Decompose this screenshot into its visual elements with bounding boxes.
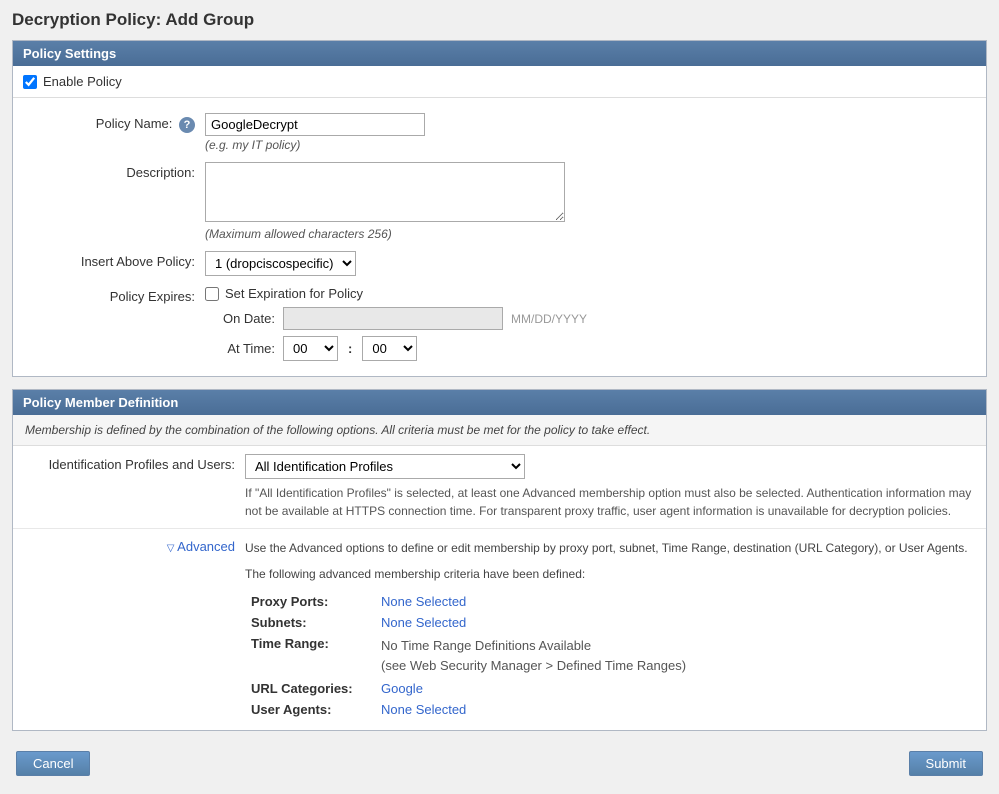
subnets-label: Subnets: [245,612,375,633]
url-categories-value: Google [375,678,974,699]
date-format-hint: MM/DD/YYYY [511,312,587,326]
policy-expires-control: Set Expiration for Policy On Date: MM/DD… [205,286,974,361]
enable-policy-label[interactable]: Enable Policy [43,74,122,89]
enable-policy-checkbox[interactable] [23,75,37,89]
page-title: Decryption Policy: Add Group [12,10,987,30]
url-categories-link[interactable]: Google [381,681,423,696]
advanced-label[interactable]: Advanced [25,539,245,554]
at-time-label: At Time: [205,341,275,356]
identification-profiles-info: If "All Identification Profiles" is sele… [245,484,974,520]
on-date-label: On Date: [205,311,275,326]
enable-policy-row: Enable Policy [13,66,986,98]
url-categories-label: URL Categories: [245,678,375,699]
advanced-desc1: Use the Advanced options to define or ed… [245,539,974,557]
policy-expires-label: Policy Expires: [25,286,205,304]
description-row: Description: (Maximum allowed characters… [25,157,974,246]
policy-name-help-icon[interactable]: ? [179,117,195,133]
identification-profiles-label: Identification Profiles and Users: [25,454,245,472]
user-agents-link[interactable]: None Selected [381,702,466,717]
description-hint: (Maximum allowed characters 256) [205,227,974,241]
policy-member-section: Policy Member Definition Membership is d… [12,389,987,731]
proxy-ports-label: Proxy Ports: [245,591,375,612]
time-range-value: No Time Range Definitions Available (see… [375,633,974,678]
insert-above-label: Insert Above Policy: [25,251,205,269]
policy-name-input[interactable] [205,113,425,136]
user-agents-value: None Selected [375,699,974,720]
proxy-ports-link[interactable]: None Selected [381,594,466,609]
insert-above-control: 1 (dropciscospecific) 2 3 [205,251,974,276]
minute-select[interactable]: 00153045 [362,336,417,361]
subnets-link[interactable]: None Selected [381,615,466,630]
table-row: User Agents: None Selected [245,699,974,720]
policy-name-row: Policy Name: ? (e.g. my IT policy) [25,108,974,157]
identification-profiles-control: All Identification Profiles Custom If "A… [245,454,974,520]
subnets-value: None Selected [375,612,974,633]
set-expiration-checkbox[interactable] [205,287,219,301]
member-info-text: Membership is defined by the combination… [13,415,986,446]
policy-name-control: (e.g. my IT policy) [205,113,974,152]
table-row: URL Categories: Google [245,678,974,699]
insert-above-select[interactable]: 1 (dropciscospecific) 2 3 [205,251,356,276]
table-row: Proxy Ports: None Selected [245,591,974,612]
member-body: Identification Profiles and Users: All I… [13,446,986,730]
table-row: Time Range: No Time Range Definitions Av… [245,633,974,678]
hour-select[interactable]: 00010203 04050607 08091011 12131415 1617… [283,336,338,361]
policy-name-hint: (e.g. my IT policy) [205,138,974,152]
user-agents-label: User Agents: [245,699,375,720]
policy-settings-section: Policy Settings Enable Policy Policy Nam… [12,40,987,377]
proxy-ports-value: None Selected [375,591,974,612]
policy-expires-row: Policy Expires: Set Expiration for Polic… [25,281,974,366]
description-textarea[interactable] [205,162,565,222]
description-label: Description: [25,162,205,180]
submit-button[interactable]: Submit [909,751,983,776]
advanced-content: Use the Advanced options to define or ed… [245,539,974,720]
description-control: (Maximum allowed characters 256) [205,162,974,241]
set-expiration-label[interactable]: Set Expiration for Policy [225,286,363,301]
time-range-label: Time Range: [245,633,375,678]
policy-settings-header: Policy Settings [13,41,986,66]
policy-name-label: Policy Name: ? [25,113,205,133]
on-date-input[interactable] [283,307,503,330]
footer-bar: Cancel Submit [12,743,987,784]
advanced-desc2: The following advanced membership criter… [245,565,974,583]
time-colon: : [346,341,354,356]
table-row: Subnets: None Selected [245,612,974,633]
criteria-table: Proxy Ports: None Selected Subnets: None… [245,591,974,720]
insert-above-row: Insert Above Policy: 1 (dropciscospecifi… [25,246,974,281]
policy-member-header: Policy Member Definition [13,390,986,415]
identification-profiles-row: Identification Profiles and Users: All I… [13,446,986,529]
cancel-button[interactable]: Cancel [16,751,90,776]
identification-profiles-select[interactable]: All Identification Profiles Custom [245,454,525,479]
advanced-row: Advanced Use the Advanced options to def… [13,529,986,730]
